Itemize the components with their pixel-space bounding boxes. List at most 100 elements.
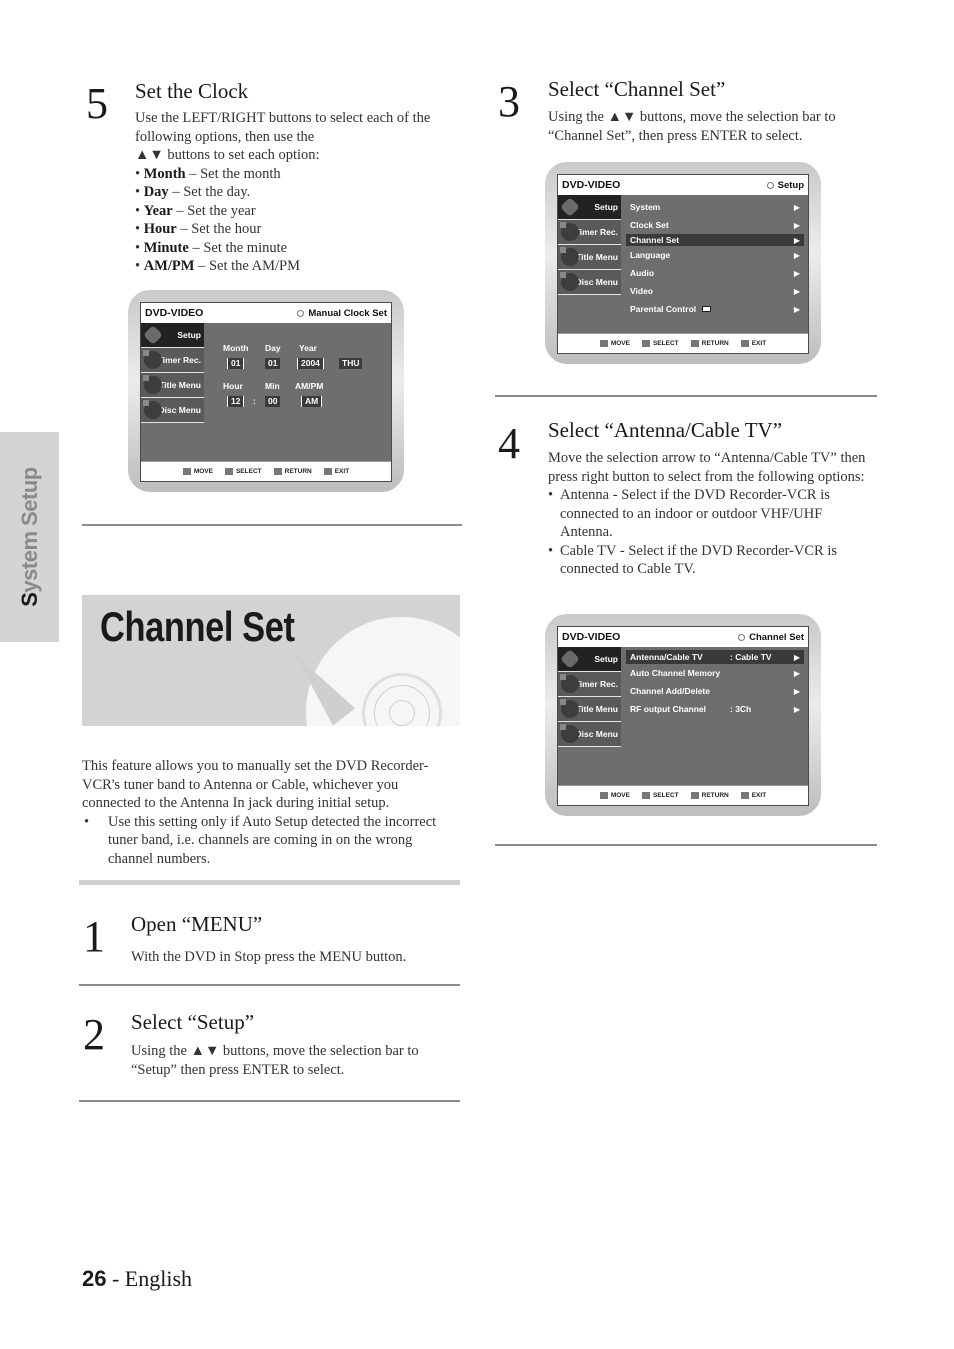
move-icon xyxy=(599,792,608,799)
divider xyxy=(79,984,460,986)
chevron-right-icon: ▶ xyxy=(793,304,800,314)
divider xyxy=(82,524,462,526)
osd-screen: DVD-VIDEO Manual Clock Set Setup Timer R… xyxy=(140,302,392,482)
menu-item-channel-set[interactable]: Channel Set ▶ xyxy=(626,234,804,246)
clock-option: • Day – Set the day. xyxy=(135,184,251,200)
osd-sidebar-title-menu[interactable]: Title Menu xyxy=(558,245,621,270)
section-banner: Channel Set xyxy=(82,595,460,726)
min-label: Min xyxy=(265,381,280,391)
lock-icon xyxy=(702,306,712,312)
footer-move: MOVE xyxy=(599,792,630,799)
timer-icon xyxy=(143,350,162,369)
section-note: • Use this setting only if Auto Setup de… xyxy=(84,813,437,867)
section-side-tab: System Setup xyxy=(0,432,59,642)
chevron-right-icon: ▶ xyxy=(793,652,800,662)
hour-field[interactable]: 12 xyxy=(227,396,245,407)
menu-item-auto-channel-memory[interactable]: Auto Channel Memory ▶ xyxy=(626,664,804,682)
gear-icon xyxy=(560,649,580,669)
osd-sidebar-disc-menu[interactable]: Disc Menu xyxy=(558,722,621,747)
osd-sidebar-title-menu[interactable]: Title Menu xyxy=(141,373,204,398)
step-2-body: Using the ▲▼ buttons, move the selection… xyxy=(131,1043,419,1078)
clock-option: • Hour – Set the hour xyxy=(135,221,262,237)
divider xyxy=(495,395,877,397)
menu-item-language[interactable]: Language ▶ xyxy=(626,246,804,264)
page-footer: 26 - English xyxy=(82,1266,192,1292)
gear-icon xyxy=(143,325,163,345)
move-icon xyxy=(599,340,608,347)
osd-sidebar-title-menu[interactable]: Title Menu xyxy=(558,697,621,722)
gear-icon xyxy=(560,197,580,217)
disc-icon xyxy=(143,400,162,419)
osd-sidebar-setup[interactable]: Setup xyxy=(558,195,621,220)
step-5-body: Use the LEFT/RIGHT buttons to select eac… xyxy=(135,109,465,276)
divider xyxy=(495,844,877,846)
footer-exit: EXIT xyxy=(323,468,349,475)
osd-header: DVD-VIDEO Channel Set xyxy=(558,627,808,647)
day-field[interactable]: 01 xyxy=(265,358,281,369)
disc-icon xyxy=(283,617,460,726)
month-label: Month xyxy=(223,343,249,353)
year-field[interactable]: 2004 xyxy=(297,358,324,369)
select-icon xyxy=(641,340,650,347)
osd-sidebar-setup[interactable]: Setup xyxy=(558,647,621,672)
osd-screenshot-setup: DVD-VIDEO Setup Setup Timer Rec. Title M… xyxy=(545,162,821,364)
title-menu-icon xyxy=(560,699,579,718)
step-3-number: 3 xyxy=(498,77,520,126)
ampm-field[interactable]: AM xyxy=(301,396,323,407)
menu-item-clock-set[interactable]: Clock Set ▶ xyxy=(626,216,804,234)
antenna-cable-value: : Cable TV xyxy=(730,652,772,662)
ampm-label: AM/PM xyxy=(295,381,324,391)
footer-return: RETURN xyxy=(273,468,312,475)
chevron-right-icon: ▶ xyxy=(793,686,800,696)
menu-item-channel-add-delete[interactable]: Channel Add/Delete ▶ xyxy=(626,682,804,700)
osd-footer: MOVE SELECT RETURN EXIT xyxy=(558,333,808,353)
menu-item-antenna-cable[interactable]: Antenna/Cable TV: Cable TV ▶ xyxy=(626,650,804,664)
divider xyxy=(79,880,460,885)
menu-item-system[interactable]: System ▶ xyxy=(626,198,804,216)
minute-field[interactable]: 00 xyxy=(265,396,281,407)
menu-item-video[interactable]: Video ▶ xyxy=(626,282,804,300)
menu-item-parental-control[interactable]: Parental Control ▶ xyxy=(626,300,804,318)
channel-menu: Antenna/Cable TV: Cable TV ▶ Auto Channel… xyxy=(626,650,804,718)
footer-select: SELECT xyxy=(641,340,679,347)
osd-sidebar: Setup Timer Rec. Title Menu Disc Menu xyxy=(558,195,621,295)
return-icon xyxy=(690,340,699,347)
step-1-title: Open “MENU” xyxy=(131,912,263,936)
footer-exit: EXIT xyxy=(740,340,766,347)
osd-screen: DVD-VIDEO Channel Set Setup Timer Rec. T… xyxy=(557,626,809,806)
chevron-right-icon: ▶ xyxy=(793,220,800,230)
disc-icon xyxy=(560,272,579,291)
exit-icon xyxy=(323,468,332,475)
osd-header: DVD-VIDEO Manual Clock Set xyxy=(141,303,391,323)
chevron-right-icon: ▶ xyxy=(793,704,800,714)
title-menu-icon xyxy=(560,247,579,266)
step-2-number: 2 xyxy=(83,1010,105,1059)
osd-screenshot-channel-set: DVD-VIDEO Channel Set Setup Timer Rec. T… xyxy=(545,614,821,816)
time-separator: : xyxy=(253,396,256,406)
month-field[interactable]: 01 xyxy=(227,358,245,369)
footer-exit: EXIT xyxy=(740,792,766,799)
clock-option: • Year – Set the year xyxy=(135,202,256,219)
osd-sidebar-timer[interactable]: Timer Rec. xyxy=(141,348,204,373)
circle-icon xyxy=(297,309,305,317)
osd-sidebar-disc-menu[interactable]: Disc Menu xyxy=(558,270,621,295)
chevron-right-icon: ▶ xyxy=(793,286,800,296)
osd-sidebar-setup[interactable]: Setup xyxy=(141,323,204,348)
osd-breadcrumb: Manual Clock Set xyxy=(297,308,387,319)
day-label: Day xyxy=(265,343,281,353)
footer-return: RETURN xyxy=(690,792,729,799)
menu-item-audio[interactable]: Audio ▶ xyxy=(626,264,804,282)
clock-options-list: • Month – Set the month • Day – Set the … xyxy=(135,165,465,276)
return-icon xyxy=(690,792,699,799)
timer-icon xyxy=(560,674,579,693)
osd-sidebar-timer[interactable]: Timer Rec. xyxy=(558,220,621,245)
step-1-number: 1 xyxy=(83,912,105,961)
osd-sidebar-disc-menu[interactable]: Disc Menu xyxy=(141,398,204,423)
return-icon xyxy=(273,468,282,475)
osd-brand: DVD-VIDEO xyxy=(562,631,621,643)
osd-sidebar-timer[interactable]: Timer Rec. xyxy=(558,672,621,697)
select-icon xyxy=(641,792,650,799)
osd-breadcrumb: Channel Set xyxy=(738,632,804,643)
menu-item-rf-output-channel[interactable]: RF output Channel: 3Ch ▶ xyxy=(626,700,804,718)
circle-icon xyxy=(738,633,746,641)
